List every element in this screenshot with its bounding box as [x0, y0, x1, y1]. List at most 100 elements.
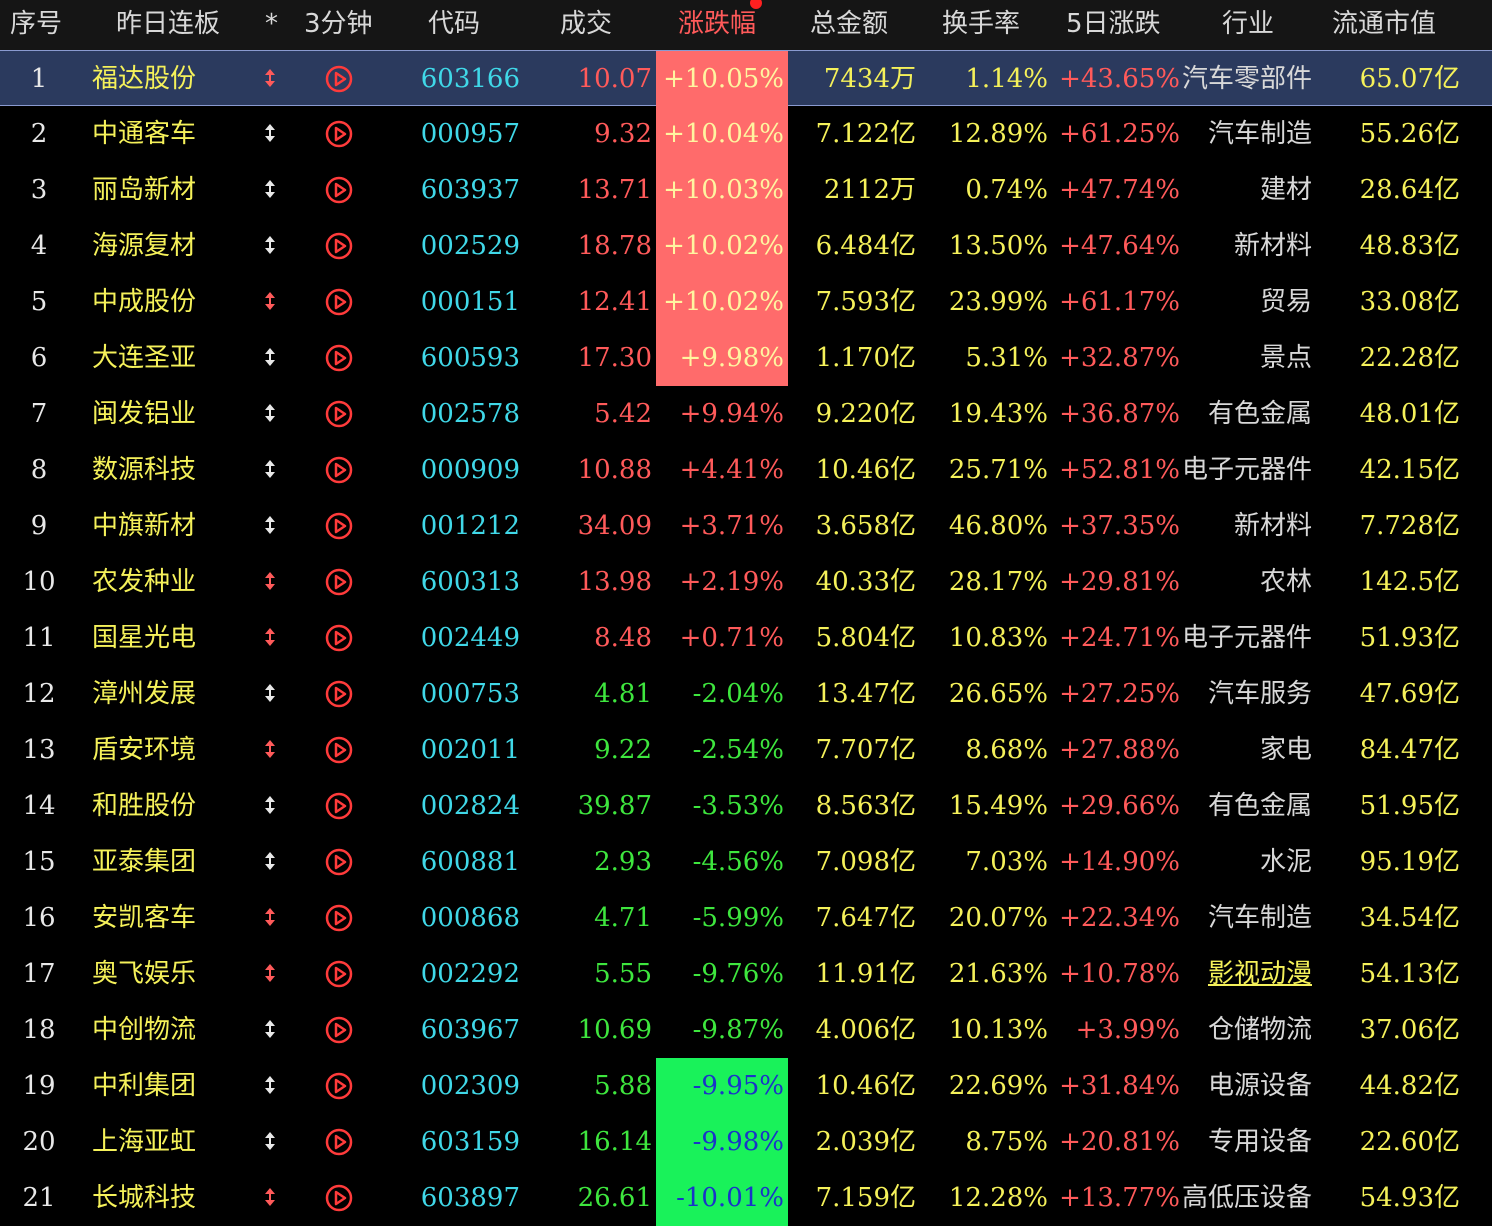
- stock-name[interactable]: 国星光电: [92, 610, 196, 666]
- stock-name[interactable]: 亚泰集团: [92, 834, 196, 890]
- updown-arrows-icon[interactable]: [258, 890, 282, 946]
- play-circle-icon[interactable]: [324, 722, 356, 778]
- table-row[interactable]: 19 中利集团 002309 5.88 -9.95% 10.46亿 22.69% +31.84…: [0, 1058, 1492, 1114]
- updown-arrows-icon[interactable]: [258, 1058, 282, 1114]
- industry: 仓储物流: [1207, 1015, 1312, 1045]
- updown-arrows-icon[interactable]: [258, 1002, 282, 1058]
- table-row[interactable]: 4 海源复材 002529 18.78 +10.02% 6.484亿 13.50% +47.6…: [0, 218, 1492, 274]
- col-header-market-cap[interactable]: 流通市值: [1332, 0, 1436, 50]
- table-row[interactable]: 17 奥飞娱乐 002292 5.55 -9.76% 11.91亿 21.63% +10.78…: [0, 946, 1492, 1002]
- col-header-prev-limit[interactable]: 昨日连板: [116, 0, 220, 50]
- table-row[interactable]: 10 农发种业 600313 13.98 +2.19% 40.33亿 28.17% +29.8…: [0, 554, 1492, 610]
- col-header-turnover[interactable]: 换手率: [942, 0, 1020, 50]
- stock-name[interactable]: 中成股份: [92, 274, 196, 330]
- updown-arrows-icon[interactable]: [258, 218, 282, 274]
- table-row[interactable]: 5 中成股份 000151 12.41 +10.02% 7.593亿 23.99% +61.1…: [0, 274, 1492, 330]
- updown-arrows-icon[interactable]: [258, 386, 282, 442]
- table-row[interactable]: 14 和胜股份 002824 39.87 -3.53% 8.563亿 15.49% +29.6…: [0, 778, 1492, 834]
- updown-arrows-icon[interactable]: [258, 442, 282, 498]
- table-row[interactable]: 12 漳州发展 000753 4.81 -2.04% 13.47亿 26.65% +27.25…: [0, 666, 1492, 722]
- table-row[interactable]: 13 盾安环境 002011 9.22 -2.54% 7.707亿 8.68% +27.88%…: [0, 722, 1492, 778]
- stock-name[interactable]: 闽发铝业: [92, 386, 196, 442]
- industry[interactable]: 影视动漫: [1180, 946, 1312, 1002]
- stock-name[interactable]: 农发种业: [92, 554, 196, 610]
- updown-arrows-icon[interactable]: [258, 610, 282, 666]
- table-row[interactable]: 18 中创物流 603967 10.69 -9.87% 4.006亿 10.13% +3.99…: [0, 1002, 1492, 1058]
- col-header-amount[interactable]: 总金额: [810, 0, 888, 50]
- play-circle-icon[interactable]: [324, 386, 356, 442]
- play-circle-icon[interactable]: [324, 442, 356, 498]
- updown-arrows-icon[interactable]: [258, 1170, 282, 1226]
- play-circle-icon[interactable]: [324, 162, 356, 218]
- updown-arrows-icon[interactable]: [258, 946, 282, 1002]
- table-row[interactable]: 15 亚泰集团 600881 2.93 -4.56% 7.098亿 7.03% +14.90%…: [0, 834, 1492, 890]
- stock-name[interactable]: 数源科技: [92, 442, 196, 498]
- play-circle-icon[interactable]: [324, 1114, 356, 1170]
- col-header-change-pct[interactable]: 涨跌幅: [678, 0, 763, 50]
- stock-name[interactable]: 海源复材: [92, 218, 196, 274]
- play-circle-icon[interactable]: [324, 1002, 356, 1058]
- table-row[interactable]: 9 中旗新材 001212 34.09 +3.71% 3.658亿 46.80% +37.35…: [0, 498, 1492, 554]
- updown-arrows-icon[interactable]: [258, 51, 282, 107]
- updown-arrows-icon[interactable]: [258, 274, 282, 330]
- updown-arrows-icon[interactable]: [258, 778, 282, 834]
- play-circle-icon[interactable]: [324, 51, 356, 107]
- updown-arrows-icon[interactable]: [258, 722, 282, 778]
- stock-name[interactable]: 中通客车: [92, 106, 196, 162]
- play-circle-icon[interactable]: [324, 218, 356, 274]
- stock-name[interactable]: 丽岛新材: [92, 162, 196, 218]
- play-circle-icon[interactable]: [324, 1058, 356, 1114]
- updown-arrows-icon[interactable]: [258, 106, 282, 162]
- stock-name[interactable]: 上海亚虹: [92, 1114, 196, 1170]
- col-header-industry[interactable]: 行业: [1222, 0, 1274, 50]
- table-row[interactable]: 1 福达股份 603166 10.07 +10.05% 7434万 1.14% +43.65%…: [0, 50, 1492, 107]
- stock-name[interactable]: 中利集团: [92, 1058, 196, 1114]
- play-circle-icon[interactable]: [324, 330, 356, 386]
- table-row[interactable]: 16 安凯客车 000868 4.71 -5.99% 7.647亿 20.07% +22.34…: [0, 890, 1492, 946]
- updown-arrows-icon[interactable]: [258, 162, 282, 218]
- stock-name[interactable]: 大连圣亚: [92, 330, 196, 386]
- stock-code: 002309: [420, 1071, 520, 1101]
- updown-arrows-icon[interactable]: [258, 834, 282, 890]
- table-row[interactable]: 21 长城科技 603897 26.61 -10.01% 7.159亿 12.28% +13.…: [0, 1170, 1492, 1226]
- col-header-code[interactable]: 代码: [428, 0, 480, 50]
- table-row[interactable]: 2 中通客车 000957 9.32 +10.04% 7.122亿 12.89% +61.25…: [0, 106, 1492, 162]
- stock-name[interactable]: 中旗新材: [92, 498, 196, 554]
- col-header-star[interactable]: *: [265, 0, 278, 50]
- table-row[interactable]: 11 国星光电 002449 8.48 +0.71% 5.804亿 10.83% +24.71…: [0, 610, 1492, 666]
- stock-name[interactable]: 漳州发展: [92, 666, 196, 722]
- col-header-index[interactable]: 序号: [10, 0, 62, 50]
- updown-arrows-icon[interactable]: [258, 498, 282, 554]
- change-percent: +2.19%: [679, 567, 784, 597]
- stock-name[interactable]: 和胜股份: [92, 778, 196, 834]
- play-circle-icon[interactable]: [324, 554, 356, 610]
- updown-arrows-icon[interactable]: [258, 554, 282, 610]
- updown-arrows-icon[interactable]: [258, 330, 282, 386]
- stock-name[interactable]: 长城科技: [92, 1170, 196, 1226]
- play-circle-icon[interactable]: [324, 610, 356, 666]
- col-header-price[interactable]: 成交: [560, 0, 612, 50]
- table-row[interactable]: 3 丽岛新材 603937 13.71 +10.03% 2112万 0.74% +47.74%…: [0, 162, 1492, 218]
- stock-name[interactable]: 盾安环境: [92, 722, 196, 778]
- stock-name[interactable]: 奥飞娱乐: [92, 946, 196, 1002]
- play-circle-icon[interactable]: [324, 778, 356, 834]
- col-header-3min[interactable]: 3分钟: [304, 0, 373, 50]
- col-header-5day[interactable]: 5日涨跌: [1066, 0, 1161, 50]
- stock-name[interactable]: 安凯客车: [92, 890, 196, 946]
- play-circle-icon[interactable]: [324, 834, 356, 890]
- updown-arrows-icon[interactable]: [258, 1114, 282, 1170]
- play-circle-icon[interactable]: [324, 890, 356, 946]
- play-circle-icon[interactable]: [324, 274, 356, 330]
- play-circle-icon[interactable]: [324, 106, 356, 162]
- stock-name[interactable]: 中创物流: [92, 1002, 196, 1058]
- table-row[interactable]: 8 数源科技 000909 10.88 +4.41% 10.46亿 25.71% +52.81…: [0, 442, 1492, 498]
- updown-arrows-icon[interactable]: [258, 666, 282, 722]
- play-circle-icon[interactable]: [324, 1170, 356, 1226]
- play-circle-icon[interactable]: [324, 498, 356, 554]
- play-circle-icon[interactable]: [324, 946, 356, 1002]
- play-circle-icon[interactable]: [324, 666, 356, 722]
- table-row[interactable]: 7 闽发铝业 002578 5.42 +9.94% 9.220亿 19.43% +36.87%…: [0, 386, 1492, 442]
- stock-name[interactable]: 福达股份: [92, 51, 196, 107]
- table-row[interactable]: 6 大连圣亚 600593 17.30 +9.98% 1.170亿 5.31% +32.87%…: [0, 330, 1492, 386]
- table-row[interactable]: 20 上海亚虹 603159 16.14 -9.98% 2.039亿 8.75% +20.81…: [0, 1114, 1492, 1170]
